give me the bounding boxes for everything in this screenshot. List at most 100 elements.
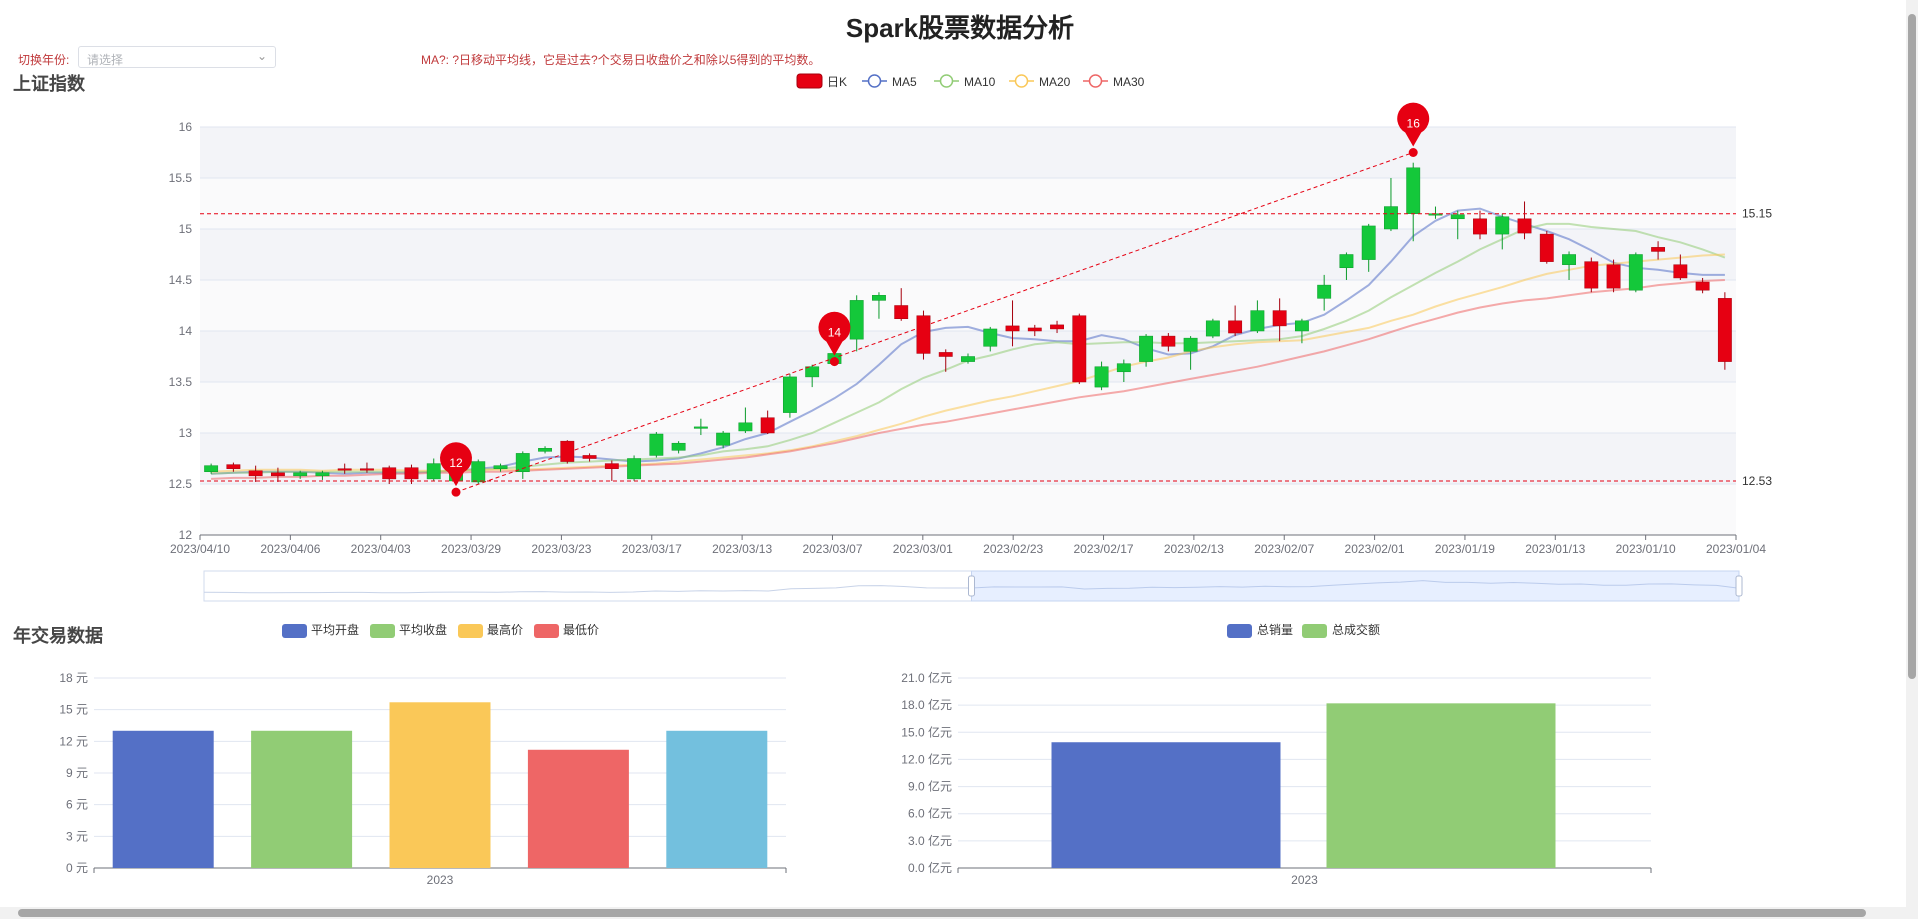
candle xyxy=(360,468,374,471)
candle xyxy=(1294,320,1309,332)
candle xyxy=(1384,206,1398,230)
candle xyxy=(1406,167,1421,214)
kline-x-tick-label: 2023/03/29 xyxy=(441,542,501,556)
annual-price-legend-label: 最低价 xyxy=(563,623,599,637)
annual-x-tick-label: 2023 xyxy=(427,873,454,887)
candle xyxy=(671,442,686,451)
candle xyxy=(738,422,753,432)
volume-y-tick-label: 0.0 亿元 xyxy=(908,860,952,875)
annual-price-legend-swatch xyxy=(282,624,307,638)
kline-grid-band xyxy=(200,280,1736,331)
horizontal-scrollbar[interactable] xyxy=(0,907,1906,919)
candle xyxy=(1161,335,1176,347)
legend-ma30-swatch-dot xyxy=(1088,74,1103,88)
mark-point-dot xyxy=(1408,148,1418,157)
kline-y-tick-label: 14.5 xyxy=(169,273,193,287)
annual-price-legend-label: 最高价 xyxy=(487,622,523,637)
kline-x-tick-label: 2023/03/23 xyxy=(531,542,591,556)
candle xyxy=(1495,216,1510,235)
kline-chart[interactable]: 12 12.5 13 13.5 14 14.5 15 15.5 16 2023/04/10 2023… xyxy=(0,0,1920,919)
volume-y-tick-label: 3.0 亿元 xyxy=(908,833,952,848)
candle xyxy=(604,463,619,469)
horizontal-scrollbar-thumb[interactable] xyxy=(18,909,1866,917)
volume-legend-swatch xyxy=(1227,624,1252,638)
candle xyxy=(649,433,664,456)
legend-item-label: MA30 xyxy=(1113,75,1145,89)
legend-item-label: 日K xyxy=(827,75,847,89)
candle xyxy=(1628,254,1643,291)
annual-y-tick-label: 9 元 xyxy=(66,766,88,780)
legend-item-label: MA10 xyxy=(964,75,996,89)
vertical-scrollbar-thumb[interactable] xyxy=(1908,14,1916,679)
legend-ma5-swatch-dot xyxy=(867,74,882,88)
candle xyxy=(582,455,597,459)
candle xyxy=(337,468,352,471)
volume-x-tick-label: 2023 xyxy=(1291,873,1318,887)
annual-price-bar xyxy=(112,730,214,868)
candle xyxy=(983,328,998,347)
datazoom-handle-right[interactable] xyxy=(1735,575,1743,597)
kline-x-tick-label: 2023/02/07 xyxy=(1254,542,1314,556)
candle xyxy=(1473,218,1487,235)
candle xyxy=(270,472,285,477)
datazoom-handle-left[interactable] xyxy=(968,575,975,597)
annual-price-bar xyxy=(389,702,491,868)
volume-y-tick-label: 9.0 亿元 xyxy=(908,779,952,794)
candle xyxy=(1116,363,1131,373)
kline-y-tick-label: 14 xyxy=(179,324,193,338)
candle xyxy=(961,356,975,362)
candle xyxy=(916,315,931,354)
candle xyxy=(1317,284,1332,299)
volume-legend-label: 总成交额 xyxy=(1332,622,1380,637)
legend-kline-swatch xyxy=(796,73,823,89)
kline-x-tick-label: 2023/04/03 xyxy=(351,542,411,556)
volume-bar xyxy=(1051,742,1281,868)
candle xyxy=(1673,264,1688,279)
kline-grid-band xyxy=(200,484,1736,535)
kline-x-tick-label: 2023/03/07 xyxy=(802,542,862,556)
kline-x-tick-label: 2023/02/13 xyxy=(1164,542,1224,556)
kline-x-tick-label: 2023/02/17 xyxy=(1073,542,1133,556)
kline-x-tick-label: 2023/01/19 xyxy=(1435,542,1495,556)
volume-y-tick-label: 21.0 亿元 xyxy=(901,670,952,685)
candle xyxy=(315,472,330,477)
kline-x-tick-label: 2023/03/17 xyxy=(622,542,682,556)
annual-price-legend-label: 平均开盘 xyxy=(311,622,359,637)
candle xyxy=(782,376,797,413)
kline-y-tick-label: 15.5 xyxy=(169,171,193,185)
candle xyxy=(1250,310,1265,332)
vertical-scrollbar[interactable] xyxy=(1906,0,1918,919)
datazoom-selection[interactable] xyxy=(971,570,1740,602)
mark-point-dot xyxy=(829,357,839,367)
mark-point-label: 16 xyxy=(1407,117,1421,131)
candle xyxy=(872,295,886,301)
candle xyxy=(1695,281,1710,291)
candle xyxy=(538,448,552,452)
kline-x-tick-label: 2023/02/23 xyxy=(983,542,1043,556)
annual-price-legend-swatch xyxy=(370,624,395,638)
volume-legend-swatch xyxy=(1302,624,1327,638)
annual-y-tick-label: 12 元 xyxy=(59,734,88,748)
candle xyxy=(515,453,530,473)
kline-x-tick-label: 2023/04/06 xyxy=(260,542,320,556)
volume-y-tick-label: 6.0 亿元 xyxy=(908,806,952,821)
annual-y-tick-label: 0 元 xyxy=(66,861,88,875)
kline-y-tick-label: 15 xyxy=(179,222,193,236)
annual-price-legend-swatch xyxy=(534,624,559,638)
candle xyxy=(760,417,775,434)
kline-grid-band xyxy=(200,382,1736,433)
candle xyxy=(1450,214,1465,220)
mark-line-label: 15.15 xyxy=(1742,207,1772,221)
candle xyxy=(938,352,953,357)
kline-x-tick-label: 2023/04/10 xyxy=(170,542,230,556)
annual-y-tick-label: 6 元 xyxy=(66,798,88,812)
volume-y-tick-label: 12.0 亿元 xyxy=(901,751,952,766)
mark-point-dot xyxy=(451,487,461,497)
annual-y-tick-label: 18 元 xyxy=(59,671,88,685)
kline-x-tick-label: 2023/01/13 xyxy=(1525,542,1585,556)
candle xyxy=(1717,298,1732,362)
mark-line-label: 12.53 xyxy=(1742,474,1772,488)
candle xyxy=(1339,254,1354,269)
kline-y-tick-label: 13 xyxy=(179,426,193,440)
kline-x-tick-label: 2023/02/01 xyxy=(1345,542,1405,556)
